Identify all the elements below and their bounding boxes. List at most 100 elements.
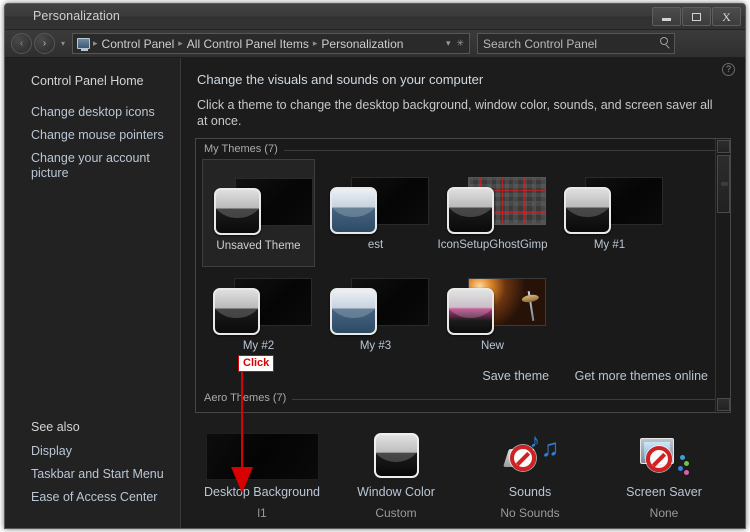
breadcrumb-bar[interactable]: ▸ Control Panel ▸ All Control Panel Item… <box>72 33 471 54</box>
window-title: Personalization <box>33 9 120 23</box>
theme-item[interactable]: Unsaved Theme <box>202 159 315 267</box>
close-button[interactable]: X <box>712 7 741 26</box>
my-themes-divider <box>284 150 720 151</box>
themes-scrollbar[interactable] <box>715 139 730 412</box>
theme-thumbnail <box>319 159 432 237</box>
search-icon <box>660 37 669 45</box>
scrollbar-thumb[interactable] <box>717 155 730 213</box>
theme-name: New <box>480 340 504 352</box>
theme-item[interactable]: est <box>319 159 432 267</box>
theme-window-preview <box>214 188 261 235</box>
screenshot-root: Personalization X ‹ › ▾ ▸ Control Panel … <box>0 0 750 532</box>
theme-item[interactable]: My #1 <box>553 159 666 267</box>
address-bar: ‹ › ▾ ▸ Control Panel ▸ All Control Pane… <box>5 30 745 58</box>
sidebar-item-change-desktop-icons[interactable]: Change desktop icons <box>5 101 180 124</box>
theme-name: My #1 <box>593 239 626 251</box>
click-annotation-label: Click <box>238 355 275 372</box>
option-label: Sounds <box>508 485 552 499</box>
main-content: ? Change the visuals and sounds on your … <box>181 58 745 528</box>
themes-panel: My Themes (7) Unsaved Theme est IconSetu… <box>195 138 731 413</box>
theme-item[interactable]: My #2 <box>202 260 315 368</box>
minimize-icon <box>662 17 671 21</box>
theme-name: My #3 <box>359 340 392 352</box>
my-themes-group-label: My Themes (7) <box>204 143 284 155</box>
window-color-icon <box>340 433 453 480</box>
maximize-icon <box>692 12 701 21</box>
personalization-options: Desktop Background l1 Window Color Custo… <box>195 429 731 525</box>
theme-window-preview <box>330 187 377 234</box>
theme-name: IconSetupGhostGimp <box>437 239 548 251</box>
scroll-down-button[interactable] <box>717 398 730 411</box>
sounds-muted-icon: ♪ ♫ <box>474 431 587 480</box>
minimize-button[interactable] <box>652 7 681 26</box>
window-controls: X <box>652 7 741 26</box>
get-more-themes-online-link[interactable]: Get more themes online <box>575 369 708 383</box>
theme-thumbnail <box>553 159 666 237</box>
theme-thumbnail <box>319 260 432 338</box>
personalization-window: Personalization X ‹ › ▾ ▸ Control Panel … <box>4 3 746 529</box>
theme-thumbnail <box>436 159 549 237</box>
sidebar-item-display[interactable]: Display <box>5 440 180 463</box>
breadcrumb-personalization[interactable]: Personalization <box>318 37 406 51</box>
chevron-down-icon[interactable]: ▾ <box>446 38 451 49</box>
page-subtitle: Click a theme to change the desktop back… <box>197 98 713 128</box>
option-value: No Sounds <box>500 506 560 520</box>
theme-window-preview <box>447 288 494 335</box>
breadcrumb-control-panel[interactable]: Control Panel <box>99 37 178 51</box>
theme-window-preview <box>330 288 377 335</box>
search-input[interactable]: Search Control Panel <box>483 37 597 51</box>
option-value: Custom <box>375 506 417 520</box>
search-box[interactable]: Search Control Panel <box>477 33 676 54</box>
theme-thumbnail <box>436 260 549 338</box>
theme-window-preview <box>213 288 260 335</box>
theme-name: est <box>367 239 384 251</box>
space-needle-graphic <box>527 291 535 321</box>
breadcrumb-all-items[interactable]: All Control Panel Items <box>184 37 312 51</box>
scrollbar-grip-icon <box>721 182 728 186</box>
option-sounds[interactable]: ♪ ♫ Sounds No Sounds <box>463 429 597 525</box>
maximize-button[interactable] <box>682 7 711 26</box>
theme-name: Unsaved Theme <box>216 240 301 252</box>
option-value: l1 <box>257 506 267 520</box>
themes-panel-links: Save theme Get more themes online <box>460 369 708 383</box>
save-theme-link[interactable]: Save theme <box>482 369 549 383</box>
forward-button[interactable]: › <box>34 33 55 54</box>
theme-window-preview <box>447 187 494 234</box>
breadcrumb-tools: ▾ ✳ <box>446 38 464 49</box>
option-screen-saver[interactable]: Screen Saver None <box>597 429 731 525</box>
option-window-color[interactable]: Window Color Custom <box>329 429 463 525</box>
option-label: Window Color <box>357 485 435 499</box>
screen-saver-none-icon <box>608 433 721 480</box>
color-dots-icon <box>676 455 689 475</box>
scroll-up-button[interactable] <box>717 140 730 153</box>
option-value: None <box>649 506 679 520</box>
navigation-buttons: ‹ › ▾ <box>11 33 65 54</box>
recent-locations-icon[interactable]: ▾ <box>61 39 65 48</box>
aero-themes-divider <box>292 399 720 400</box>
sidebar-item-ease-of-access-center[interactable]: Ease of Access Center <box>5 486 180 509</box>
sidebar-item-change-mouse-pointers[interactable]: Change mouse pointers <box>5 124 180 147</box>
help-icon[interactable]: ? <box>722 63 735 76</box>
page-title: Change the visuals and sounds on your co… <box>197 72 484 87</box>
back-button[interactable]: ‹ <box>11 33 32 54</box>
window-body: Control Panel Home Change desktop icons … <box>5 58 745 528</box>
refresh-icon[interactable]: ✳ <box>456 38 464 49</box>
theme-item[interactable]: IconSetupGhostGimp <box>436 159 549 267</box>
title-bar: Personalization X <box>5 4 745 30</box>
no-entry-icon <box>646 446 672 472</box>
sidebar: Control Panel Home Change desktop icons … <box>5 58 181 528</box>
theme-item[interactable]: New <box>436 260 549 368</box>
sidebar-item-taskbar-start-menu[interactable]: Taskbar and Start Menu <box>5 463 180 486</box>
theme-window-preview <box>564 187 611 234</box>
no-entry-icon <box>510 445 536 471</box>
option-desktop-background[interactable]: Desktop Background l1 <box>195 429 329 525</box>
sidebar-item-control-panel-home[interactable]: Control Panel Home <box>5 70 180 101</box>
sidebar-item-change-account-picture[interactable]: Change your account picture <box>5 147 180 185</box>
computer-icon <box>77 38 91 51</box>
option-label: Screen Saver <box>626 485 702 499</box>
theme-name: My #2 <box>242 340 275 352</box>
close-icon: X <box>722 9 731 24</box>
theme-item[interactable]: My #3 <box>319 260 432 368</box>
see-also-heading: See also <box>31 420 80 434</box>
theme-thumbnail <box>202 260 315 338</box>
